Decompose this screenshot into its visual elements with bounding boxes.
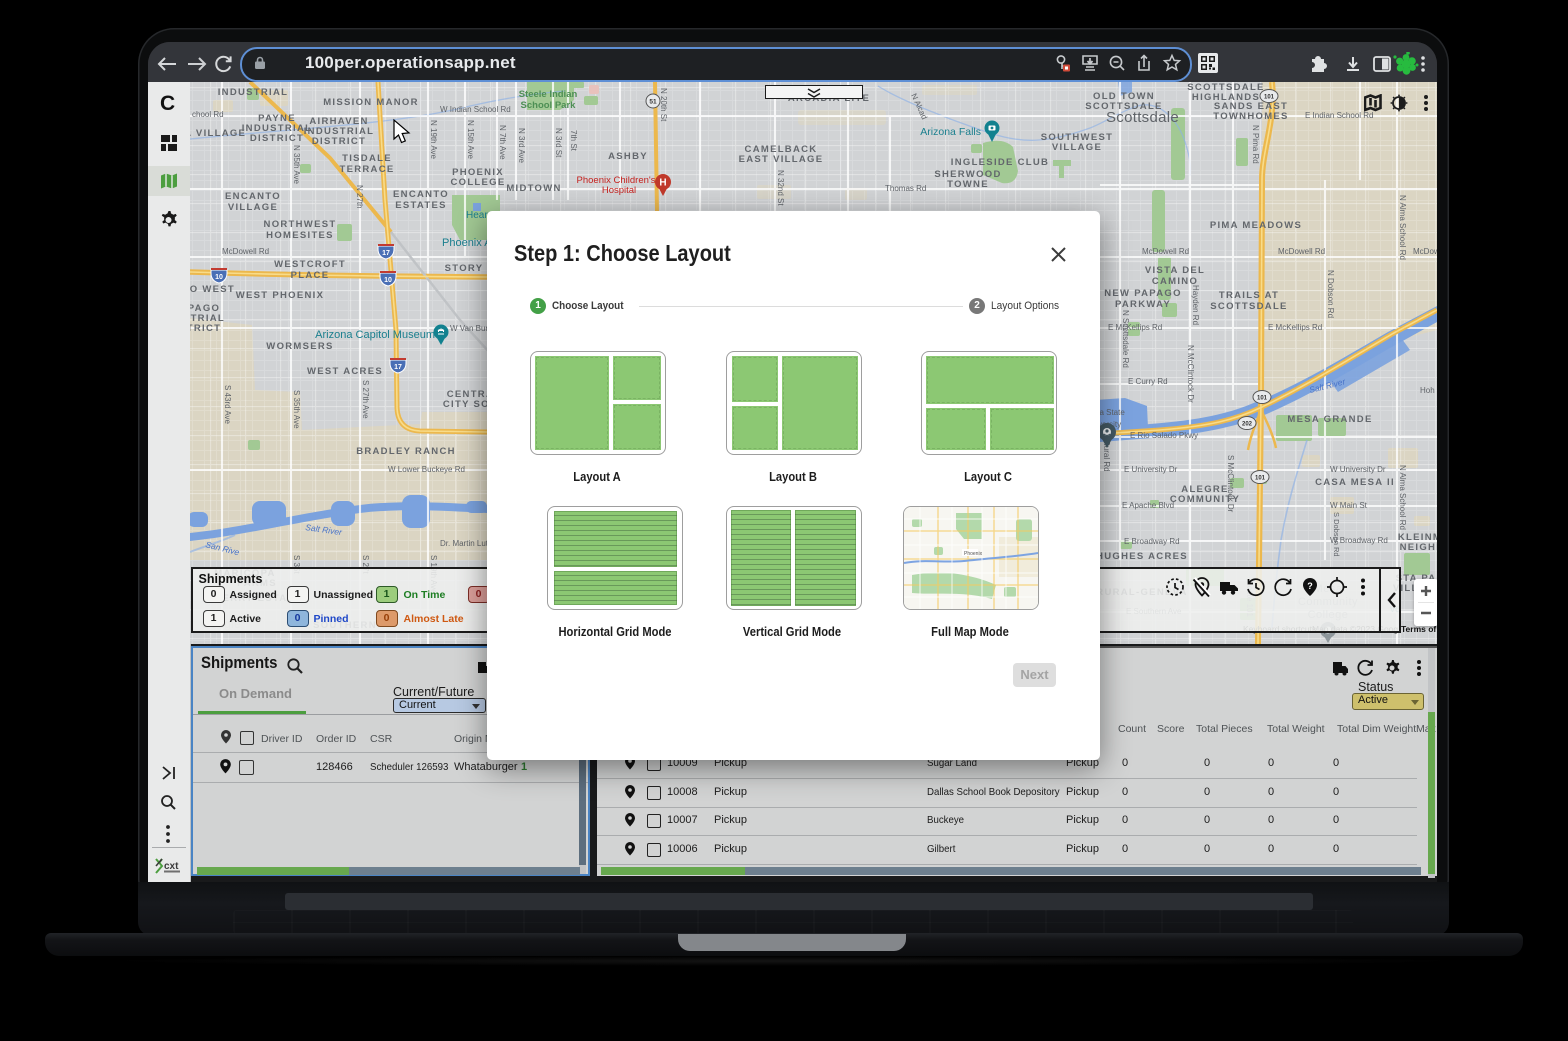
- svg-text:MIDTOWN: MIDTOWN: [506, 183, 561, 194]
- svg-text:N Alma School Rd: N Alma School Rd: [1398, 465, 1407, 530]
- svg-text:NEIGHB: NEIGHB: [1400, 542, 1437, 553]
- svg-text:E Broadway Rd: E Broadway Rd: [1124, 537, 1180, 546]
- svg-text:NEW PAPAGO: NEW PAPAGO: [1104, 288, 1182, 299]
- svg-text:DISTRICT: DISTRICT: [250, 133, 304, 144]
- svg-text:51: 51: [649, 99, 657, 106]
- svg-text:McDowell: McDowell: [1413, 247, 1437, 256]
- svg-text:DISTRICT: DISTRICT: [312, 136, 366, 147]
- svg-text:INDUSTRIAL: INDUSTRIAL: [218, 87, 289, 98]
- svg-text:PIMA MEADOWS: PIMA MEADOWS: [1210, 220, 1302, 231]
- svg-text:Scottsdale: Scottsdale: [1106, 109, 1179, 126]
- svg-text:W Indian School Rd: W Indian School Rd: [440, 105, 511, 114]
- svg-text:Hospital: Hospital: [602, 185, 636, 196]
- svg-text:H: H: [659, 178, 666, 189]
- svg-text:MESA GRANDE: MESA GRANDE: [1287, 414, 1372, 425]
- svg-text:chool Rd: chool Rd: [192, 110, 224, 119]
- svg-text:N McClintock Dr: N McClintock Dr: [1186, 345, 1195, 403]
- svg-text:W Lower Buckeye Rd: W Lower Buckeye Rd: [388, 465, 465, 474]
- svg-text:N 3rd St: N 3rd St: [554, 128, 563, 158]
- svg-text:17: 17: [382, 250, 390, 257]
- svg-text:WORMSERS: WORMSERS: [266, 341, 333, 352]
- svg-text:VILLAGE: VILLAGE: [1052, 142, 1102, 153]
- svg-text:E Rio Salado Pkwy: E Rio Salado Pkwy: [1130, 431, 1198, 440]
- svg-text:McDowell Rd: McDowell Rd: [1278, 247, 1325, 256]
- svg-text:E Apache Blvd: E Apache Blvd: [1122, 501, 1174, 510]
- svg-text:N 32nd St: N 32nd St: [776, 170, 785, 206]
- svg-text:CASA MESA II: CASA MESA II: [1315, 477, 1395, 488]
- svg-text:Thomas Rd: Thomas Rd: [885, 184, 926, 193]
- svg-text:Steele Indian: Steele Indian: [519, 89, 578, 100]
- svg-text:E McKellips Rd: E McKellips Rd: [1268, 323, 1322, 332]
- svg-text:S Dobson Rd: S Dobson Rd: [1332, 512, 1341, 557]
- svg-text:W University Dr: W University Dr: [1330, 465, 1386, 474]
- svg-text:TERRACE: TERRACE: [339, 164, 394, 175]
- svg-text:McDowell Rd: McDowell Rd: [222, 247, 269, 256]
- svg-text:WESTCROFT: WESTCROFT: [274, 259, 346, 270]
- svg-text:SCOTTSDALE: SCOTTSDALE: [1210, 301, 1287, 312]
- svg-text:PLACE: PLACE: [291, 270, 330, 281]
- svg-text:E Curry Rd: E Curry Rd: [1128, 377, 1168, 386]
- svg-text:Hear: Hear: [466, 210, 488, 221]
- svg-text:WEST ACRES: WEST ACRES: [307, 366, 383, 377]
- svg-text:S McClintock Dr: S McClintock Dr: [1226, 455, 1235, 513]
- svg-text:N 20th St: N 20th St: [659, 88, 668, 122]
- svg-text:HUGHES ACRES: HUGHES ACRES: [1096, 551, 1188, 562]
- svg-text:W Main St: W Main St: [1330, 501, 1368, 510]
- svg-text:BRADLEY RANCH: BRADLEY RANCH: [356, 446, 456, 457]
- svg-text:TA VILLAGE: TA VILLAGE: [190, 128, 246, 139]
- svg-text:TOWNHOMES: TOWNHOMES: [1213, 111, 1288, 122]
- svg-text:N 19th Ave: N 19th Ave: [429, 120, 438, 160]
- svg-text:S 43rd Ave: S 43rd Ave: [223, 385, 232, 425]
- svg-text:Arizona Capitol Museum: Arizona Capitol Museum: [315, 329, 435, 341]
- svg-text:E University Dr: E University Dr: [1124, 465, 1178, 474]
- svg-text:TRICT: TRICT: [190, 323, 221, 334]
- svg-text:7th St: 7th St: [569, 130, 578, 152]
- svg-text:EAST VILLAGE: EAST VILLAGE: [739, 154, 824, 165]
- svg-text:Arizona Falls: Arizona Falls: [920, 126, 981, 138]
- svg-text:cxt: cxt: [164, 861, 179, 872]
- svg-text:HOMESITES: HOMESITES: [266, 230, 334, 241]
- svg-text:TOWNE: TOWNE: [947, 179, 989, 190]
- svg-text:E Indian School Rd: E Indian School Rd: [1305, 111, 1374, 120]
- svg-text:101: 101: [1264, 95, 1275, 101]
- svg-text:ASHBY: ASHBY: [608, 151, 648, 162]
- svg-text:S 27th Ave: S 27th Ave: [361, 380, 370, 419]
- svg-text:N 27th: N 27th: [355, 185, 364, 209]
- svg-text:Hayden Rd: Hayden Rd: [1191, 285, 1200, 325]
- svg-text:202: 202: [1242, 422, 1253, 428]
- svg-text:Hoh: Hoh: [1420, 386, 1435, 395]
- svg-text:STORY: STORY: [445, 263, 484, 274]
- svg-text:ENCANTO: ENCANTO: [225, 191, 281, 202]
- svg-text:School Park: School Park: [521, 100, 577, 111]
- svg-text:?: ?: [1307, 581, 1313, 591]
- svg-text:INGLESIDE CLUB: INGLESIDE CLUB: [951, 157, 1049, 168]
- svg-text:N 15th Ave: N 15th Ave: [466, 120, 475, 160]
- svg-text:Phoenix: Phoenix: [964, 551, 983, 557]
- svg-text:N Scottsdale Rd: N Scottsdale Rd: [1121, 310, 1130, 368]
- svg-text:TISDALE: TISDALE: [342, 153, 392, 164]
- svg-text:10: 10: [215, 274, 223, 281]
- svg-text:VISTA DEL: VISTA DEL: [1145, 265, 1205, 276]
- svg-text:ESTATES: ESTATES: [395, 200, 447, 211]
- svg-text:NORTHWEST: NORTHWEST: [264, 219, 337, 230]
- svg-text:McDowell Rd: McDowell Rd: [1142, 247, 1189, 256]
- svg-text:S 35th Ave: S 35th Ave: [292, 390, 301, 429]
- svg-text:N 7th Ave: N 7th Ave: [498, 125, 507, 160]
- svg-text:N Alma School Rd: N Alma School Rd: [1398, 195, 1407, 260]
- svg-text:VILLAGE: VILLAGE: [228, 202, 278, 213]
- svg-text:COLLEGE: COLLEGE: [450, 177, 505, 188]
- svg-text:E McKellips Rd: E McKellips Rd: [1108, 323, 1162, 332]
- svg-text:ENCANTO: ENCANTO: [393, 189, 449, 200]
- svg-text:N 3rd Ave: N 3rd Ave: [517, 128, 526, 164]
- svg-text:WEST PHOENIX: WEST PHOENIX: [236, 290, 324, 301]
- svg-text:N Pima Rd: N Pima Rd: [1251, 125, 1260, 164]
- svg-text:GO WEST: GO WEST: [190, 284, 235, 295]
- svg-text:PARKWAY: PARKWAY: [1115, 299, 1171, 310]
- svg-text:TRAILS AT: TRAILS AT: [1219, 290, 1279, 301]
- svg-text:N Dobson Rd: N Dobson Rd: [1326, 270, 1335, 318]
- svg-text:MISSION MANOR: MISSION MANOR: [323, 97, 419, 108]
- svg-text:N 35th Ave: N 35th Ave: [292, 145, 301, 185]
- svg-text:W Van Bur: W Van Bur: [450, 324, 488, 333]
